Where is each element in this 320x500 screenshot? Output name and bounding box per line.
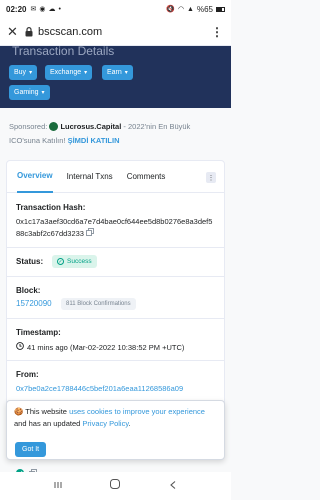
page-header: Transaction Details Buy ▾ Exchange ▾ Earn ▾… [0,46,231,108]
notification-icon: ✉ [30,5,37,13]
chevron-down-icon: ▾ [84,70,88,76]
status-value: Success [67,258,92,265]
buy-menu-button[interactable]: Buy ▾ [9,65,38,80]
notification-icon: ☁ [48,5,56,13]
wifi-icon: ◠ [177,5,185,13]
status-label: Status: [16,257,44,266]
privacy-policy-link[interactable]: Privacy Policy [82,419,128,428]
home-icon[interactable] [109,477,121,495]
divider [7,247,224,248]
tab-comments[interactable]: Comments [127,161,166,193]
tab-more-icon[interactable]: ⋮ [206,172,216,183]
got-it-button[interactable]: Got It [15,442,47,457]
clock-icon [16,342,24,352]
chevron-down-icon: ▾ [41,90,45,96]
from-address-link[interactable]: 0x7be0a2ce1788446c5bef201a6eaa11268586a0… [16,384,221,393]
chevron-down-icon: ▾ [124,70,128,76]
cookie-icon: 🍪 [14,407,24,416]
gaming-menu-button[interactable]: Gaming ▾ [9,85,50,100]
status-badge: ✓ Success [52,255,97,268]
earn-menu-label: Earn [107,69,122,76]
exchange-menu-label: Exchange [50,69,82,76]
tx-hash-value: 0x1c17a3aef30cd6a7e7d4bae0cf644ee5d8b027… [16,217,213,238]
timestamp-value: 41 mins ago (Mar-02-2022 10:38:52 PM +UT… [27,342,185,352]
battery-icon [216,6,225,12]
lock-icon[interactable] [25,26,35,37]
sponsored-label: Sponsored: [9,122,48,131]
timestamp-label: Timestamp: [16,328,61,337]
sponsor-text: - 2022'nin En Büyük [121,122,191,131]
timestamp-row: 41 mins ago (Mar-02-2022 10:38:52 PM +UT… [16,342,184,352]
tx-hash-row: 0x1c17a3aef30cd6a7e7d4bae0cf644ee5d8b027… [16,216,216,240]
clock: 02:20 [6,4,27,14]
notification-icon: ◉ [39,5,46,13]
buy-menu-label: Buy [14,69,27,76]
recent-apps-icon[interactable] [53,477,63,495]
sponsor-text-2: ICO'suna Katılın! [9,135,66,145]
tx-hash-label: Transaction Hash: [16,203,86,212]
cookie-text-1: This website [25,407,70,416]
cookie-message: 🍪 This website uses cookies to improve y… [14,406,217,430]
chevron-down-icon: ▾ [29,70,33,76]
signal-icon: ▲ [187,5,194,13]
check-circle-icon: ✓ [57,258,64,265]
notification-icon: • [58,5,61,13]
earn-menu-button[interactable]: Earn ▾ [102,65,133,80]
battery-percent: %65 [196,4,213,14]
more-options-icon[interactable]: ⋮ [211,25,224,39]
cookies-link[interactable]: uses cookies to improve your experience [69,407,205,416]
divider [7,360,224,361]
lucrosus-logo-icon [49,121,59,131]
copy-icon[interactable] [86,228,94,240]
confirmations-badge: 811 Block Confirmations [61,298,136,310]
from-label: From: [16,370,39,379]
tab-bar: Overview Internal Txns Comments ⋮ [7,161,224,193]
block-label: Block: [16,286,41,295]
android-nav-bar [0,472,231,500]
address-bar-url[interactable]: bscscan.com [38,26,102,38]
status-bar: 02:20 ✉ ◉ ☁ • 🔇 ◠ ▲ %65 [0,0,231,18]
cookie-text-2: and has an updated [14,419,83,428]
mute-icon: 🔇 [166,5,175,13]
sponsor-cta-link[interactable]: ŞİMDİ KATILIN [68,136,120,145]
gaming-menu-label: Gaming [14,89,39,96]
block-number-link[interactable]: 15720090 [16,299,52,308]
sponsored-banner: Sponsored: Lucrosus.Capital - 2022'nin E… [9,120,223,147]
divider [7,318,224,319]
back-icon[interactable] [168,477,178,495]
divider [7,276,224,277]
notification-icons: ✉ ◉ ☁ • [30,6,60,13]
cookie-banner: 🍪 This website uses cookies to improve y… [6,400,225,460]
exchange-menu-button[interactable]: Exchange ▾ [45,65,93,80]
sponsor-brand-link[interactable]: Lucrosus.Capital [60,122,121,131]
browser-toolbar: ✕ bscscan.com ⋮ [0,18,231,46]
tab-overview[interactable]: Overview [17,161,53,193]
tab-internal-txns[interactable]: Internal Txns [67,161,113,193]
close-tab-icon[interactable]: ✕ [7,24,21,40]
cookie-text-3: . [128,419,131,428]
page-title: Transaction Details [12,46,115,58]
